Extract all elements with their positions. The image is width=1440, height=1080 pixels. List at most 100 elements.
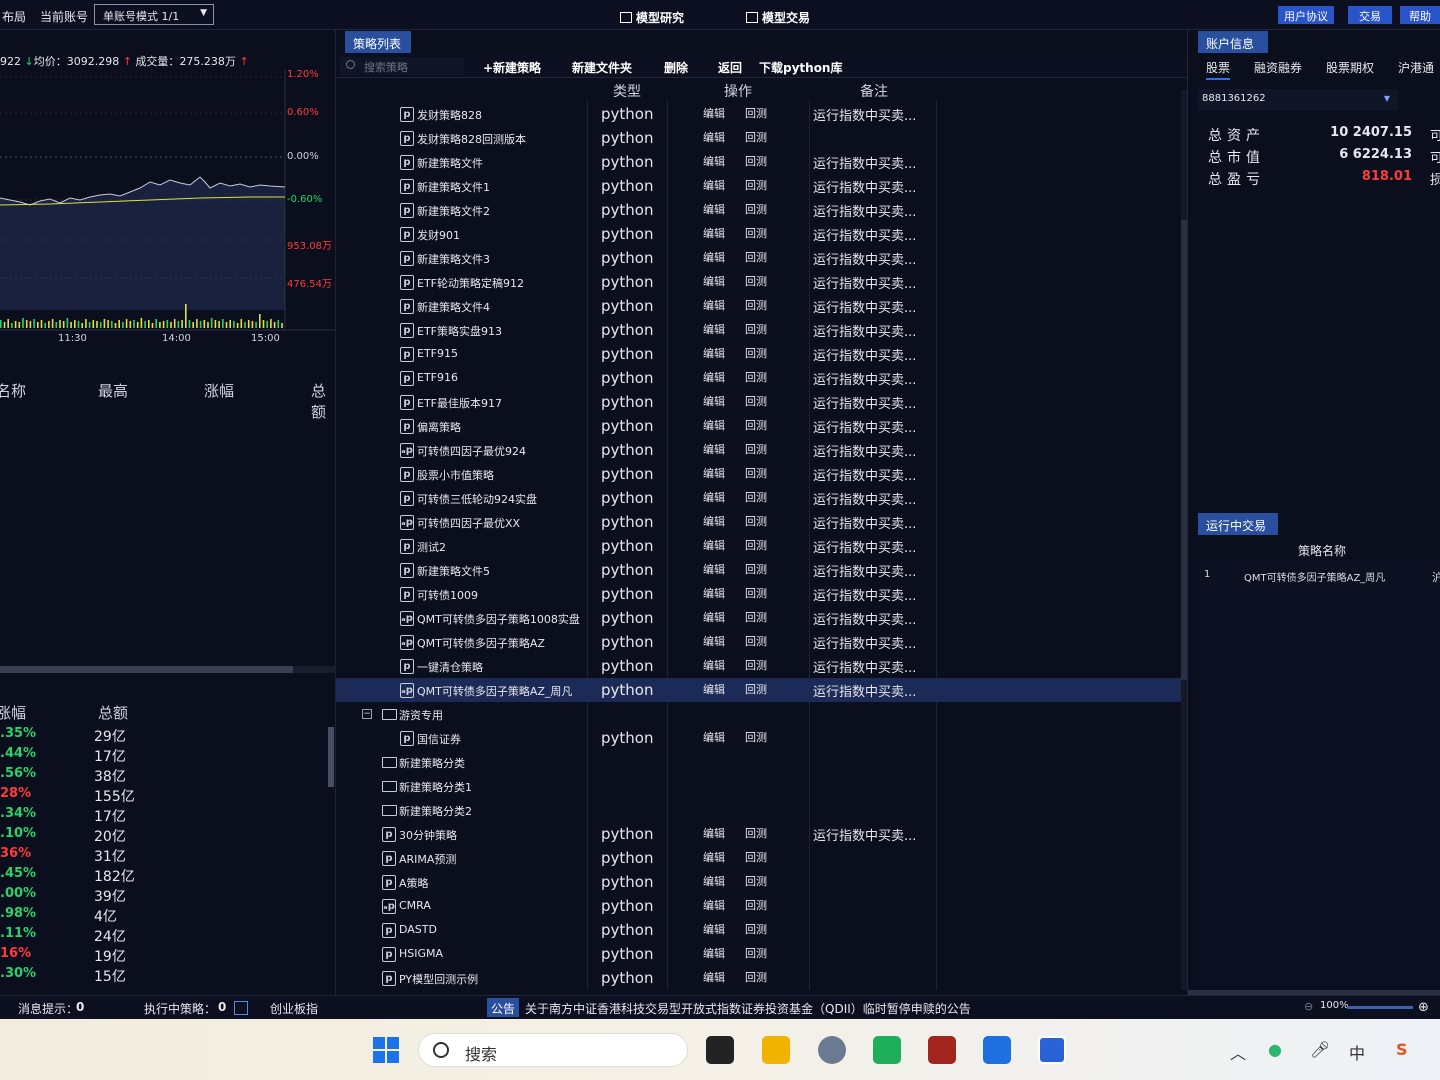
strategy-row[interactable]: p 新建策略文件4 python 编辑 回测 运行指数中买卖... xyxy=(336,294,1181,318)
backtest-button[interactable]: 回测 xyxy=(745,873,767,889)
backtest-button[interactable]: 回测 xyxy=(745,849,767,865)
backtest-button[interactable]: 回测 xyxy=(745,633,767,649)
backtest-button[interactable]: 回测 xyxy=(745,369,767,385)
edit-button[interactable]: 编辑 xyxy=(703,369,725,385)
tab-account-info[interactable]: 账户信息 xyxy=(1198,31,1268,53)
backtest-button[interactable]: 回测 xyxy=(745,681,767,697)
zoom-in-icon[interactable]: ⊕ xyxy=(1418,1000,1429,1015)
subtab-stock[interactable]: 股票 xyxy=(1206,59,1231,80)
backtest-button[interactable]: 回测 xyxy=(745,345,767,361)
strategy-row[interactable]: ₐp QMT可转债多因子策略AZ python 编辑 回测 运行指数中买卖... xyxy=(336,630,1181,654)
edit-button[interactable]: 编辑 xyxy=(703,897,725,913)
col-operation[interactable]: 操作 xyxy=(724,81,752,101)
account-select[interactable]: 8881361262 ▼ xyxy=(1198,89,1398,111)
help-button[interactable]: 帮助 xyxy=(1400,6,1440,24)
backtest-button[interactable]: 回测 xyxy=(745,969,767,985)
subtab-margin[interactable]: 融资融券 xyxy=(1254,59,1302,76)
backtest-button[interactable]: 回测 xyxy=(745,321,767,337)
edit-button[interactable]: 编辑 xyxy=(703,465,725,481)
backtest-button[interactable]: 回测 xyxy=(745,225,767,241)
backtest-button[interactable]: 回测 xyxy=(745,273,767,289)
backtest-button[interactable]: 回测 xyxy=(745,489,767,505)
strategy-row[interactable]: p 可转债1009 python 编辑 回测 运行指数中买卖... xyxy=(336,582,1181,606)
backtest-button[interactable]: 回测 xyxy=(745,441,767,457)
edit-button[interactable]: 编辑 xyxy=(703,153,725,169)
edit-button[interactable]: 编辑 xyxy=(703,273,725,289)
strategy-row[interactable]: p 发财策略828 python 编辑 回测 运行指数中买卖... xyxy=(336,102,1181,126)
strategy-row[interactable]: p 新建策略文件3 python 编辑 回测 运行指数中买卖... xyxy=(336,246,1181,270)
horizontal-scrollbar[interactable] xyxy=(0,666,336,673)
col-change[interactable]: 涨幅 xyxy=(204,380,234,401)
backtest-button[interactable]: 回测 xyxy=(745,537,767,553)
collapse-icon[interactable]: − xyxy=(362,709,372,719)
backtest-button[interactable]: 回测 xyxy=(745,513,767,529)
edit-button[interactable]: 编辑 xyxy=(703,321,725,337)
layout-menu[interactable]: 布局 xyxy=(2,8,26,25)
strategy-row[interactable]: p 30分钟策略 python 编辑 回测 运行指数中买卖... xyxy=(336,822,1181,846)
monitor-icon[interactable] xyxy=(234,1001,248,1015)
message-count[interactable]: 0 xyxy=(76,1000,84,1014)
tab-model-research[interactable]: 模型研究 xyxy=(620,9,684,26)
backtest-button[interactable]: 回测 xyxy=(745,945,767,961)
edit-button[interactable]: 编辑 xyxy=(703,537,725,553)
backtest-button[interactable]: 回测 xyxy=(745,393,767,409)
col-name[interactable]: 名称 xyxy=(0,380,26,401)
backtest-button[interactable]: 回测 xyxy=(745,129,767,145)
strategy-row[interactable]: p 新建策略文件5 python 编辑 回测 运行指数中买卖... xyxy=(336,558,1181,582)
strategy-row[interactable]: p ARIMA预测 python 编辑 回测 xyxy=(336,846,1181,870)
download-python-lib-button[interactable]: 下载python库 xyxy=(759,59,842,76)
subtab-options[interactable]: 股票期权 xyxy=(1326,59,1374,76)
strategy-row[interactable]: p ETF最佳版本917 python 编辑 回测 运行指数中买卖... xyxy=(336,390,1181,414)
file-explorer-icon[interactable] xyxy=(762,1036,790,1064)
strategy-row[interactable]: 新建策略分类2 xyxy=(336,798,1181,822)
tab-strategy-list[interactable]: 策略列表 xyxy=(345,31,411,53)
settings-icon[interactable] xyxy=(818,1036,846,1064)
strategy-row[interactable]: ₐp 可转债四因子最优924 python 编辑 回测 运行指数中买卖... xyxy=(336,438,1181,462)
vertical-scrollbar[interactable] xyxy=(328,727,334,787)
strategy-row[interactable]: p 新建策略文件 python 编辑 回测 运行指数中买卖... xyxy=(336,150,1181,174)
backtest-button[interactable]: 回测 xyxy=(745,465,767,481)
backtest-button[interactable]: 回测 xyxy=(745,417,767,433)
strategy-row[interactable]: 新建策略分类1 xyxy=(336,774,1181,798)
edit-button[interactable]: 编辑 xyxy=(703,873,725,889)
edit-button[interactable]: 编辑 xyxy=(703,513,725,529)
edit-button[interactable]: 编辑 xyxy=(703,177,725,193)
wechat-icon[interactable]: ● xyxy=(1268,1040,1282,1059)
col-note[interactable]: 备注 xyxy=(860,81,888,101)
col-change-2[interactable]: 涨幅 xyxy=(0,702,26,723)
edit-button[interactable]: 编辑 xyxy=(703,945,725,961)
exec-strategy-count[interactable]: 0 xyxy=(218,1000,226,1014)
backtest-button[interactable]: 回测 xyxy=(745,657,767,673)
edit-button[interactable]: 编辑 xyxy=(703,393,725,409)
task-view-icon[interactable] xyxy=(706,1036,734,1064)
backtest-button[interactable]: 回测 xyxy=(745,609,767,625)
delete-button[interactable]: 删除 xyxy=(664,59,688,76)
backtest-button[interactable]: 回测 xyxy=(745,897,767,913)
strategy-row[interactable]: p 股票小市值策略 python 编辑 回测 运行指数中买卖... xyxy=(336,462,1181,486)
backtest-button[interactable]: 回测 xyxy=(745,561,767,577)
strategy-row[interactable]: ₐp QMT可转债多因子策略AZ_周凡 python 编辑 回测 运行指数中买卖... xyxy=(336,678,1181,702)
edit-button[interactable]: 编辑 xyxy=(703,105,725,121)
backtest-button[interactable]: 回测 xyxy=(745,201,767,217)
backtest-button[interactable]: 回测 xyxy=(745,297,767,313)
chevron-up-icon[interactable]: ︿ xyxy=(1230,1040,1246,1064)
strategy-row[interactable]: p HSIGMA python 编辑 回测 xyxy=(336,942,1181,966)
edit-button[interactable]: 编辑 xyxy=(703,345,725,361)
strategy-row[interactable]: p 发财901 python 编辑 回测 运行指数中买卖... xyxy=(336,222,1181,246)
backtest-button[interactable]: 回测 xyxy=(745,825,767,841)
edit-button[interactable]: 编辑 xyxy=(703,297,725,313)
strategy-row[interactable]: 新建策略分类 xyxy=(336,750,1181,774)
trading-app-icon[interactable] xyxy=(1038,1036,1066,1064)
notice-text[interactable]: 关于南方中证香港科技交易型开放式指数证券投资基金（QDII）临时暂停申赎的公告 xyxy=(525,1000,971,1017)
strategy-row[interactable]: ₐp 可转债四因子最优XX python 编辑 回测 运行指数中买卖... xyxy=(336,510,1181,534)
col-strategy-name[interactable]: 策略名称 xyxy=(1298,542,1346,559)
col-amount[interactable]: 总额 xyxy=(311,380,335,422)
trade-button[interactable]: 交易 xyxy=(1348,6,1392,24)
backtest-button[interactable]: 回测 xyxy=(745,249,767,265)
backtest-button[interactable]: 回测 xyxy=(745,729,767,745)
zoom-out-icon[interactable]: ⊖ xyxy=(1304,1000,1313,1013)
edit-button[interactable]: 编辑 xyxy=(703,825,725,841)
strategy-row[interactable]: − 游资专用 xyxy=(336,702,1181,726)
col-amount-2[interactable]: 总额 xyxy=(98,702,128,723)
strategy-row[interactable]: p 新建策略文件2 python 编辑 回测 运行指数中买卖... xyxy=(336,198,1181,222)
